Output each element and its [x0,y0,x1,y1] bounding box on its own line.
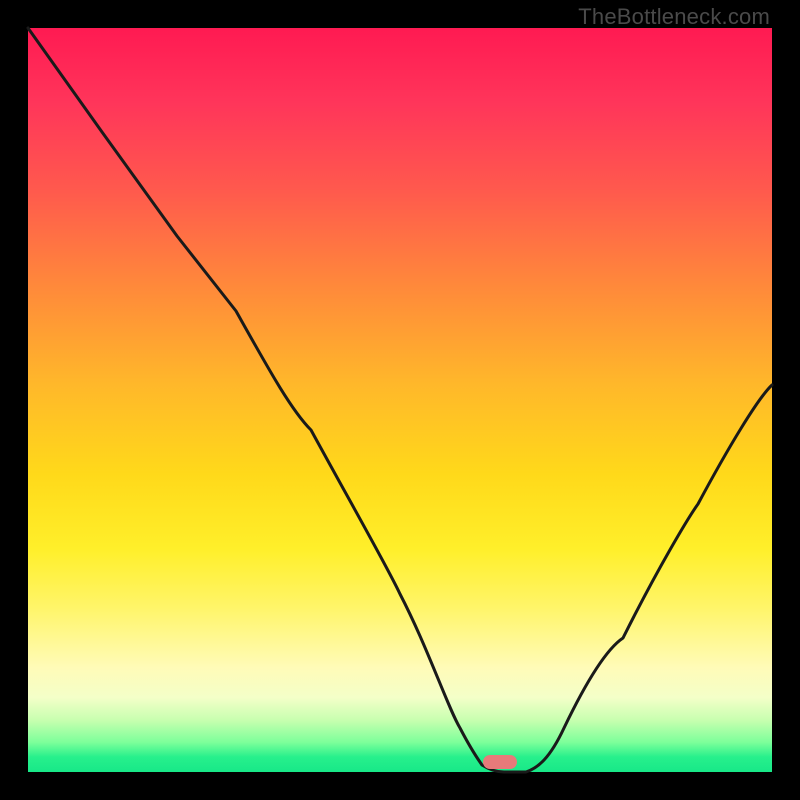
chart-frame [28,28,772,772]
bottleneck-curve-path [28,28,772,772]
bottleneck-curve [28,28,772,772]
optimum-marker [483,755,517,769]
watermark-text: TheBottleneck.com [578,4,770,30]
